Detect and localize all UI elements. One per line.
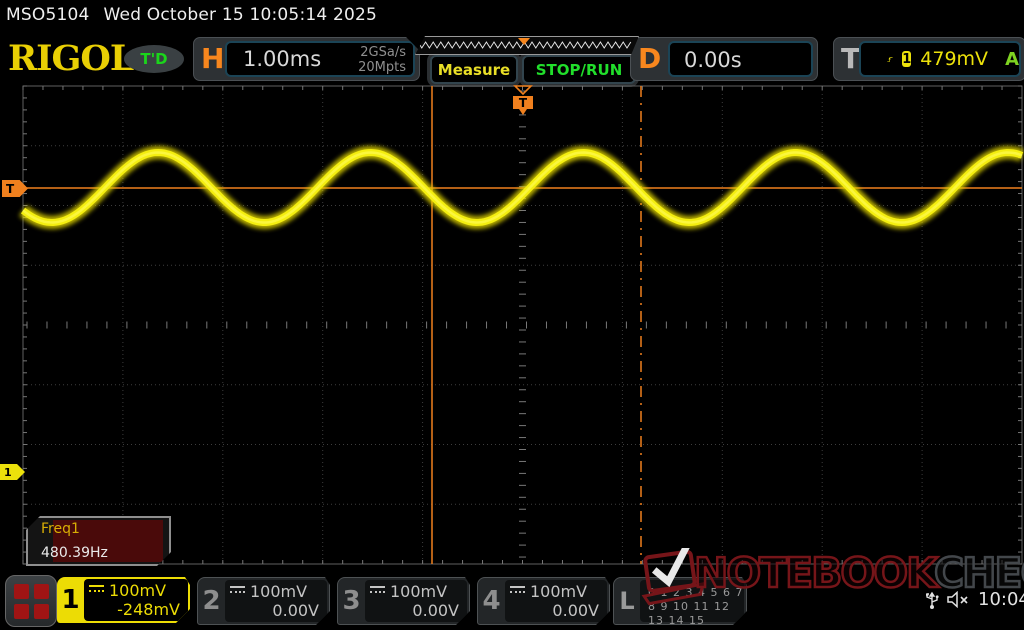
logic-analyzer-label: L <box>614 578 640 624</box>
channel-1-scale: 100mV <box>109 581 166 600</box>
measurement-result-box[interactable]: Freq1 480.39Hz <box>26 516 171 566</box>
delay-label: D <box>638 42 661 75</box>
waveform-overview-strip[interactable] <box>415 36 639 55</box>
sample-rate: 2GSa/s <box>358 45 406 60</box>
logic-channels-row2: 8 9 10 11 12 13 14 15 <box>648 600 744 628</box>
clock: 10:04 <box>978 589 1024 610</box>
menu-grid-icon <box>14 584 29 599</box>
trigger-level-value: 479mV <box>920 48 988 70</box>
graticule-and-trace <box>0 85 1024 565</box>
trigger-position-marker[interactable]: T <box>511 85 535 117</box>
channel-3-values: 100mV 0.00V <box>365 580 467 622</box>
stop-run-button[interactable]: STOP/RUN <box>522 55 636 84</box>
delay-value: 0.00s <box>684 48 742 72</box>
rising-edge-icon <box>887 51 893 68</box>
channel-2-box[interactable]: 2 100mV 0.00V <box>197 577 330 625</box>
channel-2-scale: 100mV <box>250 582 307 601</box>
channel-4-box[interactable]: 4 100mV 0.00V <box>477 577 610 625</box>
svg-text:T: T <box>519 96 528 110</box>
horizontal-settings-box[interactable]: H 1.00ms 2GSa/s 20Mpts <box>193 37 420 81</box>
channel-1-offset: -248mV <box>117 600 180 619</box>
channel-2-values: 100mV 0.00V <box>225 580 327 622</box>
measurement-name: Freq1 <box>41 521 80 537</box>
system-tray: 10:04 <box>925 589 1024 610</box>
timebase-box[interactable]: 1.00ms 2GSa/s 20Mpts <box>225 41 415 77</box>
dc-coupling-icon <box>230 586 245 597</box>
top-status-bar: MSO5104 Wed October 15 10:05:14 2025 <box>6 5 377 25</box>
channel-4-scale: 100mV <box>530 582 587 601</box>
waveform-display: T T 1 Freq1 480.39Hz <box>0 85 1024 565</box>
channel-4-values: 100mV 0.00V <box>505 580 607 622</box>
channel-3-scale: 100mV <box>390 582 447 601</box>
horizontal-label: H <box>201 42 224 75</box>
channel-4-number: 4 <box>478 578 505 624</box>
delay-value-box[interactable]: 0.00s <box>668 41 813 77</box>
model-name: MSO5104 <box>6 5 90 25</box>
channel-2-offset: 0.00V <box>272 601 319 620</box>
measurement-value: 480.39Hz <box>41 545 108 561</box>
measure-button[interactable]: Measure <box>430 55 518 84</box>
channel-1-number: 1 <box>57 577 84 623</box>
dc-coupling-icon <box>510 586 525 597</box>
oscilloscope-screen: MSO5104 Wed October 15 10:05:14 2025 RIGO… <box>0 0 1024 630</box>
overview-waveform-icon <box>416 37 636 52</box>
channel-4-offset: 0.00V <box>552 601 599 620</box>
channel-1-box[interactable]: 1 100mV -248mV <box>57 577 190 623</box>
logic-channels-row1: 0 1 2 3 4 5 6 7 <box>648 586 744 600</box>
trigger-source-badge: 1 <box>902 51 911 67</box>
memory-depth: 20Mpts <box>358 60 406 75</box>
channel-1-values: 100mV -248mV <box>84 579 188 621</box>
delay-settings-box[interactable]: D 0.00s <box>630 37 818 81</box>
channel-menu-button[interactable] <box>5 575 57 627</box>
trigger-sweep-mode: A <box>1005 49 1019 70</box>
speaker-muted-icon[interactable] <box>947 591 970 608</box>
trigger-position-flag-icon: T <box>511 85 535 117</box>
channel-2-number: 2 <box>198 578 225 624</box>
timebase-value: 1.00ms <box>243 47 321 71</box>
logic-analyzer-box[interactable]: L 0 1 2 3 4 5 6 7 8 9 10 11 12 13 14 15 <box>613 577 747 625</box>
channel-3-number: 3 <box>338 578 365 624</box>
logic-channel-list: 0 1 2 3 4 5 6 7 8 9 10 11 12 13 14 15 <box>640 580 744 622</box>
datetime: Wed October 15 10:05:14 2025 <box>104 5 378 25</box>
dc-coupling-icon <box>370 586 385 597</box>
dc-coupling-icon <box>89 585 104 596</box>
channel-3-box[interactable]: 3 100mV 0.00V <box>337 577 470 625</box>
trigger-value-box[interactable]: 1 479mV A <box>859 41 1021 77</box>
channel-3-offset: 0.00V <box>412 601 459 620</box>
usb-icon <box>925 590 939 610</box>
acquisition-info: 2GSa/s 20Mpts <box>358 45 406 75</box>
trigger-label: T <box>841 42 860 75</box>
trigger-status-badge: T'D <box>124 45 184 73</box>
trigger-settings-box[interactable]: T 1 479mV A <box>833 37 1024 81</box>
rigol-logo: RIGOL <box>8 38 133 79</box>
